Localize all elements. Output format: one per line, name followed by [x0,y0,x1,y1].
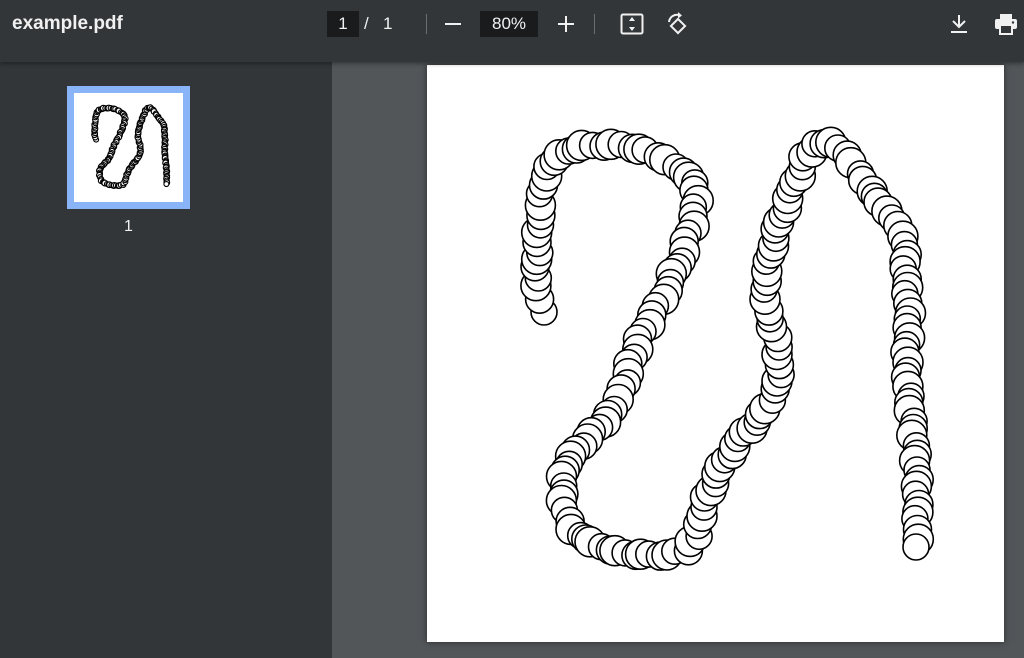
pdf-page [427,65,1004,642]
zoom-out-button[interactable] [437,8,469,40]
pdf-toolbar: example.pdf 1 / 1 80% [0,0,1024,62]
total-pages: 1 [383,14,393,33]
thumbnail-drawing [91,104,171,189]
toolbar-divider [426,14,427,34]
drawing-circle [902,533,930,561]
print-icon [995,14,1017,35]
download-icon [951,15,967,33]
plus-icon [558,16,574,32]
zoom-in-button[interactable] [550,8,582,40]
page-number-input[interactable]: 1 [327,11,359,37]
download-button[interactable] [943,8,975,40]
thumbnail-sidebar: 1 [0,62,332,658]
rotate-button[interactable] [660,8,692,40]
minus-icon [445,23,461,25]
thumbnail-canvas [74,93,183,202]
page-thumbnail[interactable] [67,86,190,209]
drawing-circle [163,181,170,188]
fit-page-icon [620,13,644,35]
fit-to-page-button[interactable] [616,8,648,40]
rotate-icon [668,12,687,35]
document-title: example.pdf [12,13,123,34]
print-button[interactable] [990,8,1022,40]
page-drawing [520,126,935,571]
thumbnail-page-number: 1 [124,218,133,235]
zoom-input[interactable]: 80% [480,11,538,37]
page-separator: / [364,14,369,33]
toolbar-divider [594,14,595,34]
